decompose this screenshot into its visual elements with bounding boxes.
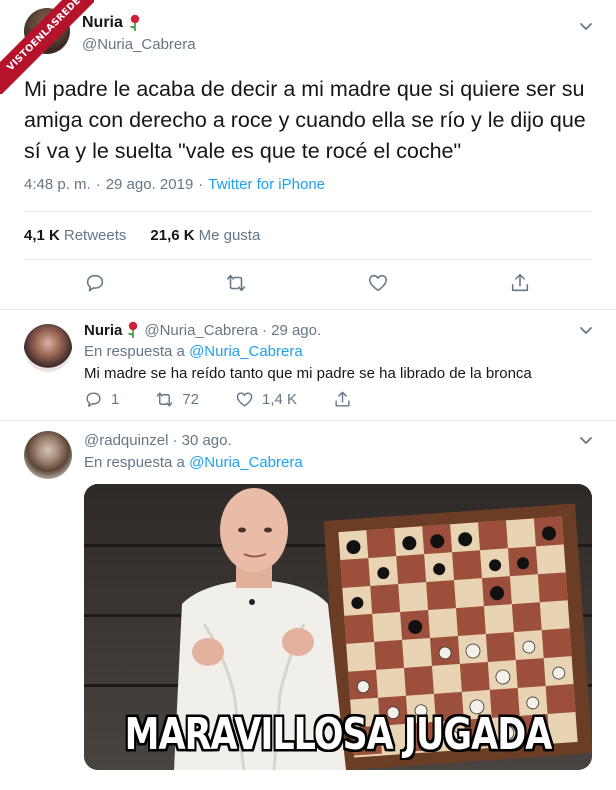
reply-header: @radquinzel · 30 ago.: [84, 432, 232, 449]
retweet-icon: [157, 392, 173, 407]
divider: [24, 211, 592, 212]
tweet-text: Mi padre le acaba de decir a mi madre qu…: [24, 77, 586, 163]
reply-header: Nuria @Nuria_Cabrera · 29 ago.: [84, 321, 321, 339]
like-count: 1,4 K: [262, 391, 298, 408]
chevron-down-icon[interactable]: [578, 432, 594, 448]
tweet-meta: 4:48 p. m. · 29 ago. 2019 · Twitter for …: [24, 176, 325, 193]
meta-separator: ·: [95, 176, 101, 193]
reply-context: En respuesta a @Nuria_Cabrera: [84, 343, 303, 360]
tweet-stats: 4,1 K Retweets 21,6 K Me gusta: [24, 227, 260, 244]
reply-icon: [86, 392, 101, 407]
rose-icon: [128, 14, 142, 32]
tweet-time[interactable]: 4:48 p. m.: [24, 176, 91, 193]
share-icon[interactable]: [509, 272, 533, 296]
likes-count: 21,6 K: [150, 227, 195, 244]
meme-caption: MARAVILLOSA JUGADA: [124, 710, 553, 760]
reply-icon[interactable]: [84, 272, 108, 296]
retweets-stat[interactable]: 4,1 K Retweets: [24, 227, 126, 244]
retweet-icon[interactable]: [225, 272, 249, 296]
retweets-label: Retweets: [63, 227, 127, 244]
like-action[interactable]: 1,4 K: [235, 390, 297, 409]
reply-prefix: En respuesta a: [84, 343, 185, 360]
reply-date[interactable]: · 30 ago.: [172, 432, 231, 449]
retweets-count: 4,1 K: [24, 227, 60, 244]
author-handle[interactable]: @Nuria_Cabrera: [82, 36, 196, 53]
reply-author-handle[interactable]: @radquinzel: [84, 432, 168, 449]
share-icon: [335, 391, 350, 407]
heart-icon: [236, 392, 253, 407]
divider: [24, 259, 592, 260]
share-action[interactable]: [333, 390, 352, 409]
tweet-date[interactable]: 29 ago. 2019: [106, 176, 194, 193]
divider: [0, 309, 616, 310]
reply-count: 1: [111, 391, 120, 408]
chevron-down-icon[interactable]: [578, 18, 594, 34]
reply-to-link[interactable]: @Nuria_Cabrera: [189, 343, 303, 360]
reply-date[interactable]: · 29 ago.: [262, 322, 321, 339]
likes-label: Me gusta: [198, 227, 261, 244]
reply-author-handle[interactable]: @Nuria_Cabrera: [144, 322, 258, 339]
reply-context: En respuesta a @Nuria_Cabrera: [84, 454, 303, 471]
retweet-action[interactable]: 72: [155, 390, 199, 409]
chevron-down-icon[interactable]: [578, 322, 594, 338]
retweet-count: 72: [182, 391, 200, 408]
avatar[interactable]: [24, 431, 72, 479]
reply-to-link[interactable]: @Nuria_Cabrera: [189, 454, 303, 471]
watermark-badge: VISTOENLASREDES: [0, 0, 94, 94]
rose-icon: [126, 321, 140, 339]
likes-stat[interactable]: 21,6 K Me gusta: [150, 227, 260, 244]
media-image[interactable]: MARAVILLOSA JUGADA: [84, 484, 592, 770]
reply-actions: 1 72 1,4 K: [84, 390, 388, 409]
watermark-text: VISTOENLASREDES: [0, 0, 94, 94]
heart-icon[interactable]: [367, 272, 391, 296]
reply-prefix: En respuesta a: [84, 454, 185, 471]
reply-action[interactable]: 1: [84, 390, 119, 409]
tweet-source[interactable]: Twitter for iPhone: [208, 176, 325, 193]
tweet-header: Nuria @Nuria_Cabrera: [82, 14, 196, 53]
divider: [0, 420, 616, 421]
reply-text: Mi madre se ha reído tanto que mi padre …: [84, 365, 532, 382]
avatar[interactable]: [24, 324, 72, 372]
reply-author-name[interactable]: Nuria: [84, 322, 122, 339]
meta-separator: ·: [198, 176, 204, 193]
tweet-actions: [0, 272, 616, 300]
